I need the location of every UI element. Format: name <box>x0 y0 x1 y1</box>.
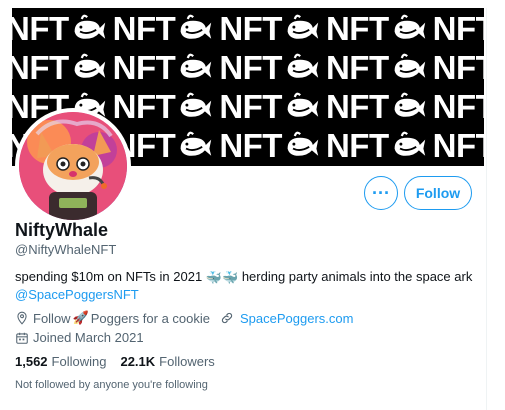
profile-card: NFTNFTNFTNFTNFTNFTNFTNFTNFTNFTNFTNFTNFTN… <box>0 0 505 410</box>
user-handle: @NiftyWhaleNFT <box>15 242 117 257</box>
nft-word: NFT <box>325 49 389 86</box>
following-stat[interactable]: 1,562 Following <box>15 354 106 369</box>
nft-whale-mark: NFT <box>326 49 427 87</box>
nft-word: NFT <box>112 49 176 86</box>
nft-whale-mark: NFT <box>219 10 320 48</box>
nft-whale-mark: NFT <box>433 49 484 87</box>
nft-whale-mark: NFT <box>326 10 427 48</box>
whale-icon <box>389 127 427 164</box>
profile-bio: spending $10m on NFTs in 2021 🐳🐳 herding… <box>15 268 475 303</box>
nft-word: NFT <box>432 88 484 125</box>
link-icon <box>221 312 233 324</box>
profile-meta-row: Follow 🚀 Poggers for a cookie SpacePogge… <box>15 310 353 326</box>
nft-whale-mark: NFT <box>326 127 427 165</box>
nft-whale-mark: NFT <box>12 10 107 48</box>
followers-count: 22.1K <box>120 354 156 369</box>
bio-mention-link[interactable]: @SpacePoggersNFT <box>15 287 139 302</box>
whale-icon <box>282 127 320 164</box>
whale-icon <box>69 10 107 47</box>
column-divider <box>486 8 487 410</box>
mutual-followers-note: Not followed by anyone you're following <box>15 379 208 391</box>
location-text: Poggers for a cookie <box>90 310 210 326</box>
following-count: 1,562 <box>15 354 48 369</box>
fox-character-illustration <box>19 112 127 220</box>
whale-icon <box>389 49 427 86</box>
whale-icon <box>175 10 213 47</box>
display-name: NiftyWhale <box>15 220 109 240</box>
whale-icon <box>389 88 427 125</box>
whale-icon <box>389 10 427 47</box>
banner-pattern-row: NFT NFT NFT NFT NFT <box>12 49 484 89</box>
nft-word: NFT <box>432 10 484 47</box>
nft-whale-mark: NFT <box>12 49 107 87</box>
calendar-icon <box>16 332 28 344</box>
website-link[interactable]: SpacePoggers.com <box>240 311 353 326</box>
whale-icon <box>282 10 320 47</box>
nft-word: NFT <box>219 127 282 164</box>
following-label: Following <box>51 354 107 369</box>
nft-whale-mark: NFT <box>219 49 320 87</box>
location-pin-icon <box>17 311 27 325</box>
whale-emoji-icon: 🐳🐳 <box>205 270 239 286</box>
follow-stats: 1,562 Following 22.1K Followers <box>15 354 215 369</box>
more-dots-icon: ··· <box>372 183 390 203</box>
whale-icon <box>175 49 213 86</box>
follow-button[interactable]: Follow <box>404 176 472 210</box>
nft-whale-mark: NFT <box>433 127 484 165</box>
rocket-emoji-icon: 🚀 <box>72 310 89 325</box>
profile-avatar[interactable] <box>15 108 131 224</box>
left-margin <box>0 0 12 410</box>
nft-whale-mark: NFT <box>326 88 427 126</box>
nft-word: NFT <box>12 49 69 86</box>
avatar-image <box>19 112 127 220</box>
whale-icon <box>175 88 213 125</box>
nft-word: NFT <box>112 10 176 47</box>
nft-whale-mark: NFT <box>433 88 484 126</box>
joined-row: Joined March 2021 <box>15 330 144 345</box>
nft-word: NFT <box>432 127 484 164</box>
location-prefix: Follow <box>33 310 71 326</box>
nft-word: NFT <box>325 127 389 164</box>
nft-whale-mark: NFT <box>219 88 320 126</box>
nft-word: NFT <box>219 10 282 47</box>
whale-icon <box>282 88 320 125</box>
more-options-button[interactable]: ··· <box>364 176 398 210</box>
banner-pattern-row: NFT NFT NFT NFT NFT <box>12 10 484 50</box>
nft-whale-mark: NFT <box>113 49 214 87</box>
nft-word: NFT <box>325 88 389 125</box>
nft-word: NFT <box>112 88 176 125</box>
nft-whale-mark: NFT <box>433 10 484 48</box>
bio-text: spending $10m on NFTs in 2021 <box>15 269 203 284</box>
whale-icon <box>69 49 107 86</box>
bio-text-2: herding party animals into the space ark <box>241 269 473 284</box>
follow-button-label: Follow <box>415 185 461 201</box>
joined-date: Joined March 2021 <box>33 330 144 345</box>
nft-word: NFT <box>219 88 282 125</box>
nft-whale-mark: NFT <box>113 10 214 48</box>
nft-word: NFT <box>325 10 389 47</box>
whale-icon <box>175 127 213 164</box>
nft-word: NFT <box>219 49 282 86</box>
whale-icon <box>282 49 320 86</box>
nft-word: NFT <box>432 49 484 86</box>
nft-word: NFT <box>12 10 69 47</box>
followers-stat[interactable]: 22.1K Followers <box>120 354 214 369</box>
followers-label: Followers <box>159 354 215 369</box>
nft-whale-mark: NFT <box>113 88 214 126</box>
nft-whale-mark: NFT <box>219 127 320 165</box>
